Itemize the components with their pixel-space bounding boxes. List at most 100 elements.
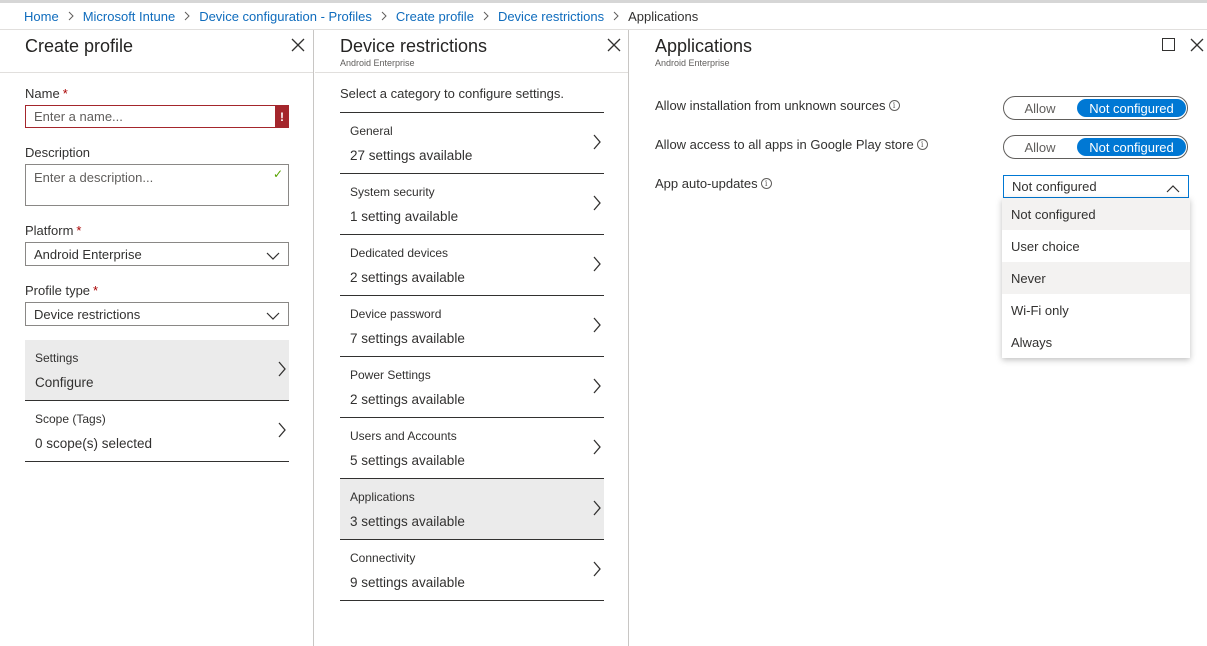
breadcrumb-create-profile[interactable]: Create profile [396,9,474,24]
platform-value: Android Enterprise [34,246,142,262]
info-icon[interactable]: i [760,178,772,189]
row-title: Scope (Tags) [35,412,106,426]
applications-blade: Applications Android Enterprise Allow in… [630,30,1207,646]
category-device-password[interactable]: Device password 7 settings available [340,296,604,357]
chevron-up-icon [1166,181,1180,196]
maximize-icon[interactable] [1162,38,1175,51]
row-value: 3 settings available [350,514,465,529]
auto-updates-label: App auto-updates i [655,176,772,191]
toggle-not-configured-option[interactable]: Not configured [1077,138,1186,156]
scope-tags-row[interactable]: Scope (Tags) 0 scope(s) selected [25,401,289,462]
row-title: Settings [35,351,79,365]
chevron-right-icon [592,317,602,336]
profile-type-select[interactable]: Device restrictions [25,302,289,326]
chevron-right-icon [483,11,489,21]
row-value: 27 settings available [350,148,473,163]
category-applications[interactable]: Applications 3 settings available [340,479,604,540]
option-not-configured[interactable]: Not configured [1002,198,1190,230]
row-value: Configure [35,375,94,390]
row-value: 7 settings available [350,331,465,346]
breadcrumb: Home Microsoft Intune Device configurati… [24,8,698,24]
category-connectivity[interactable]: Connectivity 9 settings available [340,540,604,601]
platform-label: Platform * [25,223,82,238]
info-icon[interactable]: i [916,139,928,150]
profile-type-value: Device restrictions [34,306,141,322]
description-label: Description [25,145,91,160]
unknown-sources-toggle[interactable]: Allow Not configured [1003,96,1188,120]
category-hint: Select a category to configure settings. [340,86,565,101]
auto-updates-options-list: Not configured User choice Never Wi-Fi o… [1002,198,1190,358]
breadcrumb-intune[interactable]: Microsoft Intune [83,9,176,24]
option-never[interactable]: Never [1002,262,1190,294]
row-title: Connectivity [350,551,416,565]
checkmark-icon: ✓ [273,167,284,181]
auto-updates-dropdown[interactable]: Not configured [1003,175,1189,198]
chevron-right-icon [592,500,602,519]
blade-title: Applications [655,36,753,56]
chevron-right-icon [277,422,287,441]
option-always[interactable]: Always [1002,326,1190,358]
row-title: System security [350,185,435,199]
category-users-and-accounts[interactable]: Users and Accounts 5 settings available [340,418,604,479]
breadcrumb-applications: Applications [628,8,699,24]
chevron-right-icon [277,361,287,380]
chevron-right-icon [381,11,387,21]
blade-title: Device restrictions [340,36,488,56]
option-user-choice[interactable]: User choice [1002,230,1190,262]
chevron-right-icon [592,256,602,275]
row-title: Applications [350,490,415,504]
row-value: 2 settings available [350,392,465,407]
row-value: 0 scope(s) selected [35,436,153,451]
top-border [0,0,1207,3]
blade-subtitle: Android Enterprise [655,58,730,68]
close-icon[interactable] [290,37,306,53]
row-title: Power Settings [350,368,431,382]
category-dedicated-devices[interactable]: Dedicated devices 2 settings available [340,235,604,296]
name-label: Name * [25,86,68,101]
breadcrumb-home[interactable]: Home [24,9,59,24]
chevron-down-icon [266,309,280,324]
row-value: 2 settings available [350,270,465,285]
chevron-right-icon [613,11,619,21]
google-play-access-label: Allow access to all apps in Google Play … [655,137,928,152]
breadcrumb-device-configuration[interactable]: Device configuration - Profiles [199,9,372,24]
blade-subtitle: Android Enterprise [340,58,415,68]
toggle-allow-option[interactable]: Allow [1004,140,1076,155]
category-system-security[interactable]: System security 1 setting available [340,174,604,235]
category-power-settings[interactable]: Power Settings 2 settings available [340,357,604,418]
chevron-right-icon [68,11,74,21]
platform-select[interactable]: Android Enterprise [25,242,289,266]
unknown-sources-label: Allow installation from unknown sources i [655,98,900,113]
chevron-right-icon [592,561,602,580]
blade-title: Create profile [25,36,134,56]
row-value: 1 setting available [350,209,459,224]
breadcrumb-device-restrictions[interactable]: Device restrictions [498,9,604,24]
chevron-down-icon [266,249,280,264]
toggle-allow-option[interactable]: Allow [1004,101,1076,116]
chevron-right-icon [592,134,602,153]
device-restrictions-blade: Device restrictions Android Enterprise S… [315,30,629,646]
row-value: 5 settings available [350,453,465,468]
row-title: Users and Accounts [350,429,457,443]
description-field[interactable] [25,164,289,206]
row-value: 9 settings available [350,575,465,590]
settings-row[interactable]: Settings Configure [25,340,289,401]
toggle-not-configured-option[interactable]: Not configured [1077,99,1186,117]
chevron-right-icon [184,11,190,21]
google-play-access-toggle[interactable]: Allow Not configured [1003,135,1188,159]
header-divider [0,72,313,73]
option-wifi-only[interactable]: Wi-Fi only [1002,294,1190,326]
close-icon[interactable] [606,37,622,53]
chevron-right-icon [592,378,602,397]
error-icon: ! [275,105,289,128]
info-icon[interactable]: i [888,100,900,111]
close-icon[interactable] [1189,37,1205,53]
row-title: Device password [350,307,442,321]
header-divider [315,72,628,73]
chevron-right-icon [592,439,602,458]
name-input[interactable] [25,105,289,128]
profile-type-label: Profile type * [25,283,99,298]
dropdown-selected-value: Not configured [1012,179,1097,194]
row-title: Dedicated devices [350,246,449,260]
category-general[interactable]: General 27 settings available [340,113,604,174]
